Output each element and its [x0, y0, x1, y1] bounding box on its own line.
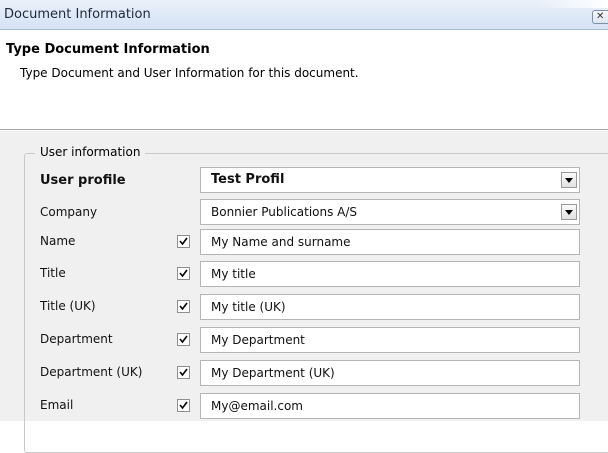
- department-uk-input[interactable]: My Department (UK): [200, 360, 580, 386]
- page-title: Type Document Information: [6, 42, 210, 57]
- department-uk-checkbox[interactable]: [177, 366, 190, 379]
- page-description: Type Document and User Information for t…: [20, 66, 359, 80]
- chevron-down-icon: [565, 210, 573, 215]
- header-panel: Type Document Information Type Document …: [0, 30, 608, 130]
- department-checkbox[interactable]: [177, 333, 190, 346]
- group-legend: User information: [35, 145, 146, 159]
- checkmark-icon: [179, 401, 188, 410]
- chevron-down-icon: [565, 178, 573, 183]
- name-label: Name: [40, 234, 76, 248]
- name-checkbox[interactable]: [177, 235, 190, 248]
- title-uk-input[interactable]: My title (UK): [200, 294, 580, 320]
- user-profile-dropdown-button[interactable]: [561, 172, 577, 188]
- company-dropdown-button[interactable]: [561, 204, 577, 220]
- close-button[interactable]: ✕: [592, 10, 608, 24]
- email-checkbox[interactable]: [177, 399, 190, 412]
- title-input[interactable]: My title: [200, 261, 580, 287]
- user-profile-select[interactable]: Test Profil: [200, 167, 580, 193]
- checkmark-icon: [179, 368, 188, 377]
- department-input[interactable]: My Department: [200, 327, 580, 353]
- email-label: Email: [40, 398, 74, 412]
- checkmark-icon: [179, 237, 188, 246]
- checkmark-icon: [179, 335, 188, 344]
- company-select[interactable]: Bonnier Publications A/S: [200, 199, 580, 225]
- title-checkbox[interactable]: [177, 267, 190, 280]
- name-input[interactable]: My Name and surname: [200, 229, 580, 255]
- user-profile-value: Test Profil: [211, 172, 285, 187]
- title-uk-checkbox[interactable]: [177, 300, 190, 313]
- checkmark-icon: [179, 269, 188, 278]
- window-titlebar: Document Information ✕: [0, 0, 608, 30]
- title-uk-label: Title (UK): [40, 299, 96, 313]
- department-uk-label: Department (UK): [40, 365, 143, 379]
- checkmark-icon: [179, 302, 188, 311]
- company-label: Company: [40, 205, 98, 219]
- window-title: Document Information: [4, 7, 151, 22]
- titlebar-highlight: [538, 0, 608, 8]
- content-area: User information User profile Test Profi…: [0, 131, 608, 453]
- user-profile-label: User profile: [40, 173, 126, 188]
- email-input[interactable]: My@email.com: [200, 393, 580, 419]
- title-label: Title: [40, 266, 66, 280]
- company-value: Bonnier Publications A/S: [211, 205, 358, 219]
- close-icon: ✕: [596, 11, 605, 22]
- department-label: Department: [40, 332, 113, 346]
